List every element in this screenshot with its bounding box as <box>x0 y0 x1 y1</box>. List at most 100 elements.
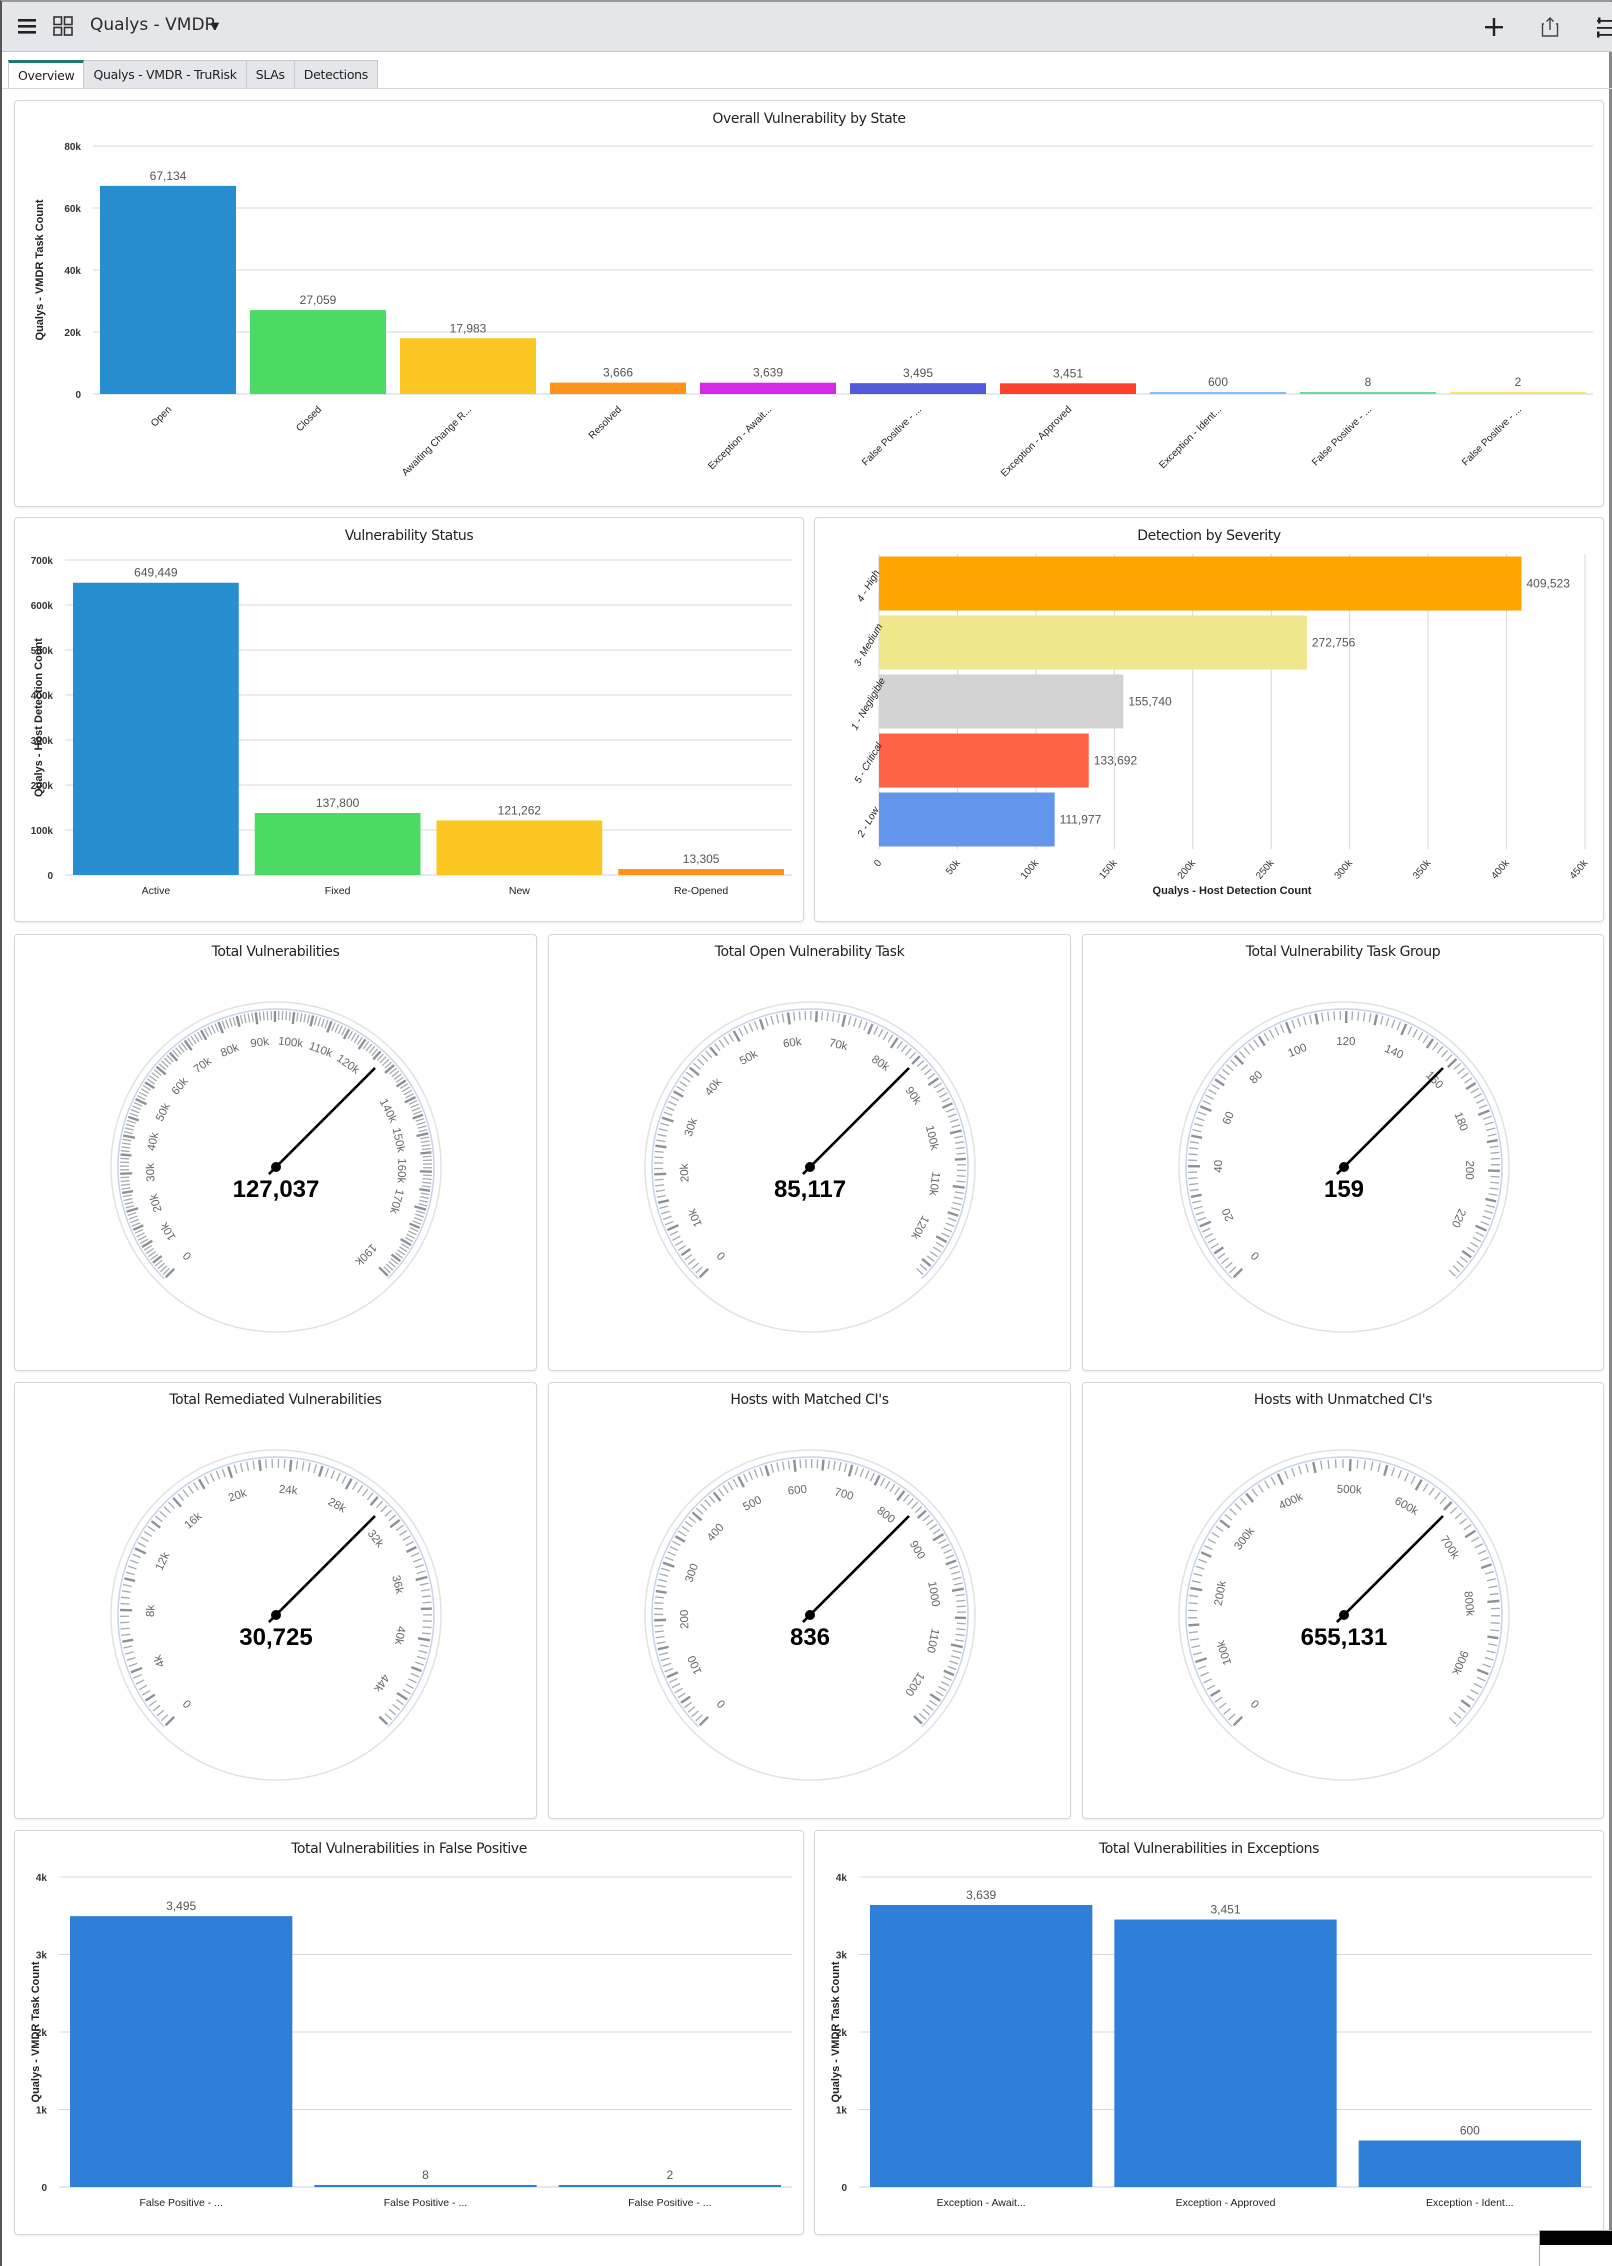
gauge-tick-label: 200 <box>1463 1160 1475 1179</box>
bar <box>879 792 1055 847</box>
data-label: 3,666 <box>603 366 633 380</box>
bar <box>850 383 986 394</box>
y-tick-label: 700k <box>31 556 54 567</box>
gauge-tick <box>654 1178 664 1181</box>
gauge-panel-hosts-with-unmatched-cis[interactable]: Hosts with Unmatched CI's 0 100k 200k 300k 4… <box>1082 1382 1604 1819</box>
gauge-tick <box>655 1589 667 1594</box>
gauge-tick <box>956 1152 966 1155</box>
data-label: 3,495 <box>166 1899 196 1913</box>
gauge-pivot <box>805 1162 815 1172</box>
y-tick-label: 3k <box>36 1951 48 1962</box>
exceptions-chart: 01k2k3k4kQualys - VMDR Task Count3,639Ex… <box>830 1873 1592 2209</box>
hamburger-menu-icon[interactable] <box>16 16 38 36</box>
gauge-pivot <box>1339 1610 1349 1620</box>
y-tick-label: 0 <box>841 2183 847 2194</box>
gauge-panel-total-vulnerabilities[interactable]: Total Vulnerabilities 0 10k 20k 30k 40k 50k 60… <box>14 934 537 1371</box>
gauge-tick-label: 600 <box>787 1484 807 1498</box>
gauge-total-vulnerabilities: 010k20k30k40k50k60k70k80k 90k 100k 110k120k… <box>110 1001 442 1333</box>
y-tick-label: 4 - High <box>855 568 882 604</box>
gauge-tick <box>654 1156 664 1159</box>
gauge-panel-total-remediated-vulnerabilities[interactable]: Total Remediated Vulnerabilities 0 4k 8k 12… <box>14 1382 537 1819</box>
detection-by-severity-panel: Detection by Severity 0 50k 100k 150k 200k 25… <box>814 517 1604 922</box>
y-tick-label: 2 - Low <box>855 805 882 840</box>
data-label: 3,451 <box>1210 1903 1240 1917</box>
gauge-tick <box>1188 1153 1198 1156</box>
tab-qualys-vmdr-trurisk[interactable]: Qualys - VMDR - TruRisk <box>84 60 247 89</box>
y-tick-label: 1k <box>36 2106 48 2117</box>
dashboard-tabs: Overview Qualys - VMDR - TruRisk SLAs De… <box>8 60 379 89</box>
y-tick-label: 20k <box>64 328 81 339</box>
gauge-tick <box>821 1011 824 1021</box>
dashboard-grid-icon[interactable] <box>52 15 74 37</box>
gauge-tick <box>262 1011 265 1021</box>
gauge-tick <box>291 1011 296 1025</box>
data-label: 17,983 <box>450 321 487 335</box>
data-label: 600 <box>1208 375 1228 389</box>
gauge-tick <box>283 1459 286 1469</box>
data-label: 2 <box>1515 375 1522 389</box>
bar <box>1000 383 1136 394</box>
data-label: 8 <box>422 2168 429 2182</box>
x-tick-label: Active <box>142 885 171 897</box>
gauge-tick <box>798 1011 801 1021</box>
x-tick-label: Exception - Await... <box>706 404 774 472</box>
bar <box>70 1916 293 2187</box>
data-label: 111,977 <box>1060 813 1102 827</box>
gauge-tick <box>1188 1623 1200 1627</box>
x-tick-label: 400k <box>1489 857 1512 881</box>
x-tick-label: False Positive - ... <box>1460 404 1524 468</box>
tab-overview[interactable]: Overview <box>8 60 85 89</box>
bar <box>870 1904 1093 2187</box>
data-label: 409,523 <box>1526 577 1570 591</box>
gauge-panel-total-vulnerability-task-group[interactable]: Total Vulnerability Task Group 0 20 40 60 80… <box>1082 934 1604 1371</box>
tab-detections[interactable]: Detections <box>294 60 379 89</box>
sliders-icon[interactable] <box>1594 17 1612 39</box>
gauge-tick <box>120 1179 130 1183</box>
gauge-tick <box>1487 1599 1500 1604</box>
gauge-total-vulnerability-task-group: 020406080100 120140160180200220159 <box>1178 1001 1510 1333</box>
bar <box>254 812 421 875</box>
gauge-hosts-with-unmatched-cis: 0100k200k300k400k500k600k700k800k900k655… <box>1178 1449 1510 1781</box>
gauge-tick <box>120 1172 133 1175</box>
gauge-tick <box>265 1459 267 1469</box>
share-icon[interactable] <box>1540 15 1560 39</box>
gauge-tick-label: 90k <box>250 1036 270 1050</box>
gauge-tick <box>120 1176 130 1179</box>
bar <box>879 615 1307 670</box>
gauge-panel-hosts-with-matched-cis[interactable]: Hosts with Matched CI's 0 100 200 300 400 500… <box>548 1382 1071 1819</box>
gauge-tick <box>654 1150 664 1153</box>
y-axis-label: Qualys - VMDR Task Count <box>34 199 46 340</box>
gauge-panel-total-open-vulnerability-task[interactable]: Total Open Vulnerability Task 0 10k 20k 30k… <box>548 934 1071 1371</box>
x-tick-label: Re-Opened <box>674 885 728 897</box>
gauge-value: 127,037 <box>233 1176 320 1203</box>
gauge-pivot <box>271 1610 281 1620</box>
gauge-tick-label: 30k <box>145 1163 158 1182</box>
gauge-tick <box>288 1011 291 1021</box>
gauge-tick <box>954 1157 966 1161</box>
tabs-divider <box>2 88 1612 89</box>
gauge-tick-label: 8k <box>145 1604 157 1617</box>
x-tick-label: Open <box>149 404 174 429</box>
gauge-tick-label: 800k <box>1461 1591 1475 1617</box>
data-label: 600 <box>1460 2124 1480 2138</box>
dashboard-title[interactable]: Qualys - VMDR <box>90 15 216 35</box>
gauge-value: 655,131 <box>1301 1624 1388 1651</box>
data-label: 649,449 <box>134 566 178 580</box>
gauge-tick <box>821 1459 825 1471</box>
y-axis-label: Qualys - Host Detection Count <box>33 638 45 797</box>
bar <box>879 674 1124 729</box>
y-tick-label: 40k <box>64 266 81 277</box>
x-tick-label: 450k <box>1568 857 1591 881</box>
data-label: 67,134 <box>150 169 187 183</box>
page-thumbnail-preview[interactable] <box>1539 2230 1612 2266</box>
gauge-value: 159 <box>1324 1176 1364 1203</box>
tab-slas[interactable]: SLAs <box>246 60 295 89</box>
bar <box>1150 392 1286 394</box>
x-tick-label: 150k <box>1097 857 1120 881</box>
plus-icon[interactable] <box>1484 17 1504 37</box>
x-tick-label: New <box>509 885 530 897</box>
title-dropdown-caret-icon[interactable]: ▼ <box>209 18 222 33</box>
y-tick-label: 3k <box>836 1951 848 1962</box>
gauge-tick <box>1327 1459 1330 1469</box>
x-tick-label: Exception - Ident... <box>1157 404 1224 471</box>
